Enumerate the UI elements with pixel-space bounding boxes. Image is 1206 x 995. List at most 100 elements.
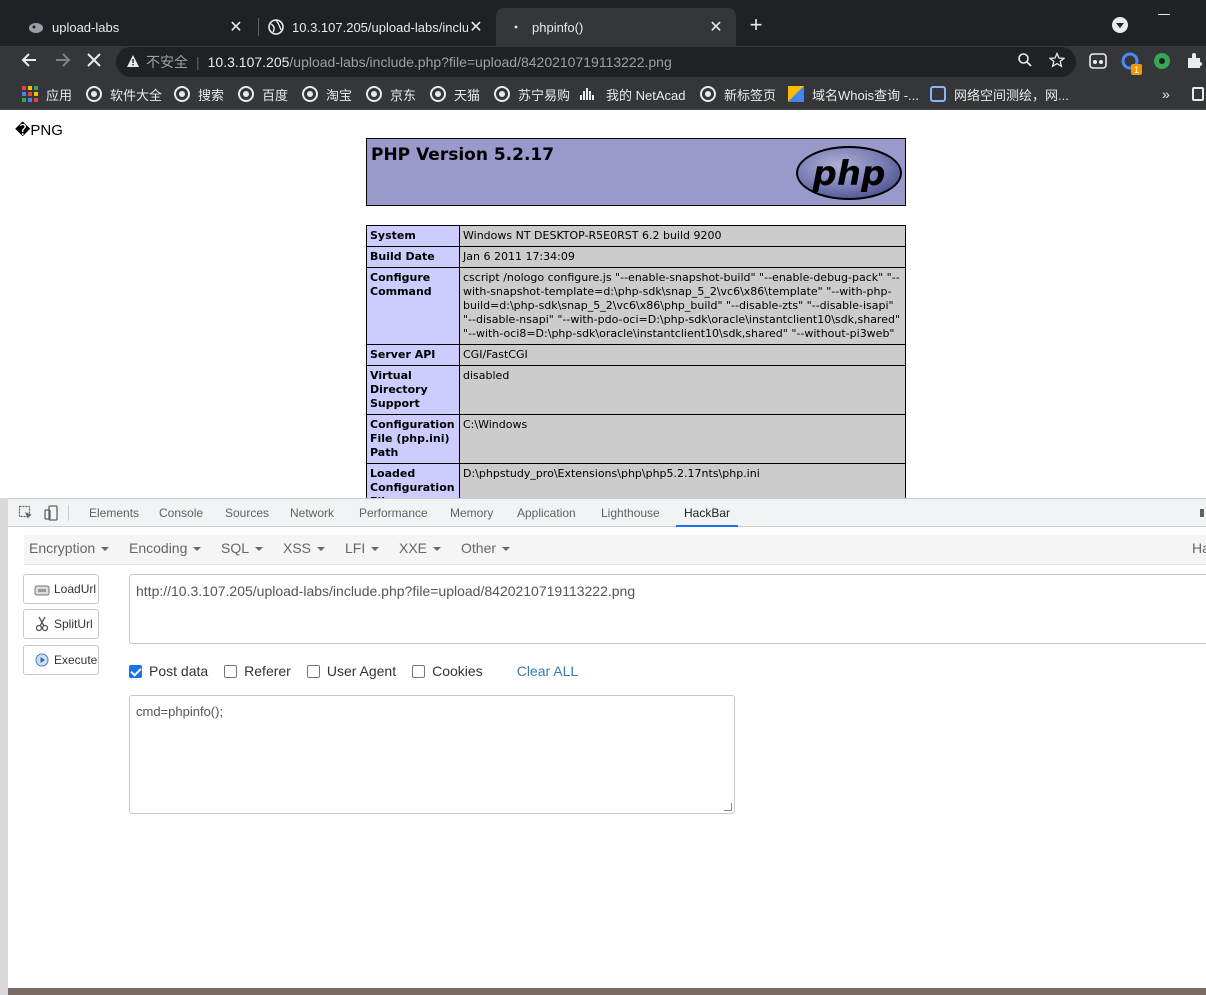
omnibox-divider: | bbox=[196, 54, 200, 70]
bookmark-label: 域名Whois查询 -... bbox=[812, 87, 919, 103]
devtools-tab-memory[interactable]: Memory bbox=[450, 499, 493, 527]
extension-icon[interactable] bbox=[1089, 52, 1107, 70]
forward-icon[interactable] bbox=[50, 50, 74, 74]
bookmark-item[interactable]: 新标签页 bbox=[700, 84, 776, 104]
tab-upload-labs[interactable]: upload-labs ✕ bbox=[16, 8, 256, 46]
execute-label: Execute bbox=[54, 653, 98, 667]
hackbar-menu: Encryption Encoding SQL XSS LFI XXE Othe… bbox=[24, 535, 1206, 565]
zoom-icon[interactable] bbox=[1017, 52, 1033, 73]
menu-other[interactable]: Other bbox=[461, 540, 510, 556]
cookies-checkbox[interactable] bbox=[412, 664, 426, 678]
info-value: Jan 6 2011 17:34:09 bbox=[459, 246, 906, 268]
warning-icon[interactable] bbox=[126, 54, 140, 71]
bookmark-label: 天猫 bbox=[454, 87, 481, 103]
bookmark-label: 搜索 bbox=[198, 87, 225, 103]
tab-phpinfo[interactable]: phpinfo() ✕ bbox=[496, 8, 736, 46]
devtools-tab-performance[interactable]: Performance bbox=[359, 499, 428, 527]
table-row: System Windows NT DESKTOP-R5E0RST 6.2 bui… bbox=[366, 225, 906, 247]
bookmark-item[interactable]: 软件大全 bbox=[86, 84, 162, 104]
tab-include[interactable]: 10.3.107.205/upload-labs/inclu ✕ bbox=[256, 8, 496, 46]
tab-close-icon[interactable]: ✕ bbox=[708, 17, 724, 37]
url-textarea[interactable]: http://10.3.107.205/upload-labs/include.… bbox=[129, 574, 1206, 644]
address-bar[interactable]: 不安全 | 10.3.107.205/upload-labs/include.p… bbox=[116, 47, 1076, 77]
info-key: Server API bbox=[366, 344, 460, 366]
back-icon[interactable] bbox=[18, 50, 42, 74]
resize-handle-icon[interactable] bbox=[724, 803, 732, 811]
tab-close-icon[interactable]: ✕ bbox=[468, 17, 484, 37]
bookmark-label: 京东 bbox=[390, 87, 417, 103]
tab-close-icon[interactable]: ✕ bbox=[228, 17, 244, 37]
info-key: Loaded Configuration File bbox=[366, 463, 460, 498]
inspect-element-icon[interactable] bbox=[18, 505, 34, 521]
bookmark-star-icon[interactable] bbox=[1048, 51, 1066, 73]
devtools-settings-icon[interactable] bbox=[1200, 509, 1204, 517]
devtools-tab-network[interactable]: Network bbox=[290, 499, 334, 527]
menu-encoding[interactable]: Encoding bbox=[129, 540, 201, 556]
referer-option[interactable]: Referer bbox=[224, 663, 291, 679]
menu-sql[interactable]: SQL bbox=[221, 540, 263, 556]
post-data-option[interactable]: Post data bbox=[129, 663, 208, 679]
more-bookmarks-icon[interactable]: » bbox=[1162, 84, 1170, 104]
user-agent-checkbox[interactable] bbox=[306, 664, 320, 678]
load-url-button[interactable]: LoadUrl bbox=[23, 574, 99, 604]
bookmark-item[interactable]: 淘宝 bbox=[302, 84, 352, 104]
post-data-textarea[interactable]: cmd=phpinfo(); bbox=[129, 695, 735, 814]
devtools-tab-sources[interactable]: Sources bbox=[225, 499, 269, 527]
browser-window: upload-labs ✕ 10.3.107.205/upload-labs/i… bbox=[0, 0, 1206, 995]
bookmark-apps[interactable]: 应用 bbox=[22, 84, 72, 104]
globe-icon bbox=[366, 86, 382, 102]
load-url-icon bbox=[34, 581, 50, 597]
info-key: Configure Command bbox=[366, 267, 460, 345]
extension-icon[interactable] bbox=[1153, 52, 1171, 70]
bookmark-item[interactable]: 百度 bbox=[238, 84, 288, 104]
page-content: �PNG PHP Version 5.2.17 php System Window… bbox=[8, 110, 1206, 498]
table-row: Virtual Directory Support disabled bbox=[366, 365, 906, 415]
cookies-label: Cookies bbox=[432, 663, 483, 679]
split-url-button[interactable]: SplitUrl bbox=[23, 609, 99, 639]
user-agent-option[interactable]: User Agent bbox=[306, 663, 397, 679]
devtools-tab-elements[interactable]: Elements bbox=[89, 499, 139, 527]
bookmark-item[interactable]: 域名Whois查询 -... bbox=[788, 84, 919, 104]
bookmark-item[interactable]: 网络空间测绘，网... bbox=[930, 84, 1069, 104]
execute-button[interactable]: Execute bbox=[23, 645, 99, 675]
post-data-value: cmd=phpinfo(); bbox=[136, 704, 224, 719]
clear-all-link[interactable]: Clear ALL bbox=[517, 663, 578, 679]
stop-loading-icon[interactable] bbox=[82, 50, 106, 74]
tab-title: 10.3.107.205/upload-labs/inclu bbox=[292, 19, 468, 35]
devtools-tab-console[interactable]: Console bbox=[159, 499, 203, 527]
bookmark-item[interactable]: 搜索 bbox=[174, 84, 224, 104]
globe-icon bbox=[430, 86, 446, 102]
tab-search-icon[interactable] bbox=[1112, 17, 1128, 33]
info-value: cscript /nologo configure.js "--enable-s… bbox=[459, 267, 906, 345]
bookmark-label: 软件大全 bbox=[110, 87, 163, 103]
devtools-tab-lighthouse[interactable]: Lighthouse bbox=[601, 499, 660, 527]
menu-right-label[interactable]: Ha bbox=[1192, 540, 1206, 556]
device-toolbar-icon[interactable] bbox=[44, 505, 60, 521]
bookmark-item[interactable]: 京东 bbox=[366, 84, 416, 104]
bookmark-item[interactable]: 苏宁易购 bbox=[494, 84, 570, 104]
bookmark-item[interactable]: 我的 NetAcad bbox=[580, 84, 685, 104]
tab-favicon-icon bbox=[28, 19, 44, 35]
referer-checkbox[interactable] bbox=[224, 664, 238, 678]
new-tab-button[interactable]: + bbox=[744, 14, 768, 38]
menu-lfi[interactable]: LFI bbox=[345, 540, 379, 556]
devtools-tab-hackbar[interactable]: HackBar bbox=[676, 499, 739, 527]
menu-encryption[interactable]: Encryption bbox=[29, 540, 109, 556]
puzzle-icon[interactable] bbox=[1185, 52, 1203, 70]
info-key: System bbox=[366, 225, 460, 247]
globe-icon bbox=[700, 86, 716, 102]
bookmark-label: 我的 NetAcad bbox=[606, 87, 686, 103]
scissors-icon bbox=[34, 616, 50, 632]
post-data-checkbox[interactable] bbox=[129, 664, 142, 678]
menu-xss[interactable]: XSS bbox=[283, 540, 325, 556]
reading-list-icon[interactable] bbox=[1192, 84, 1204, 104]
user-agent-label: User Agent bbox=[326, 663, 397, 679]
bookmark-label: 应用 bbox=[46, 87, 73, 103]
devtools-tab-application[interactable]: Application bbox=[517, 499, 576, 527]
minimize-window-icon[interactable] bbox=[1158, 14, 1170, 15]
cookies-option[interactable]: Cookies bbox=[412, 663, 483, 679]
menu-xxe[interactable]: XXE bbox=[399, 540, 441, 556]
bookmark-item[interactable]: 天猫 bbox=[430, 84, 480, 104]
info-key: Configuration File (php.ini) Path bbox=[366, 414, 460, 464]
table-row: Loaded Configuration FileD:\phpstudy_pro… bbox=[366, 463, 906, 498]
